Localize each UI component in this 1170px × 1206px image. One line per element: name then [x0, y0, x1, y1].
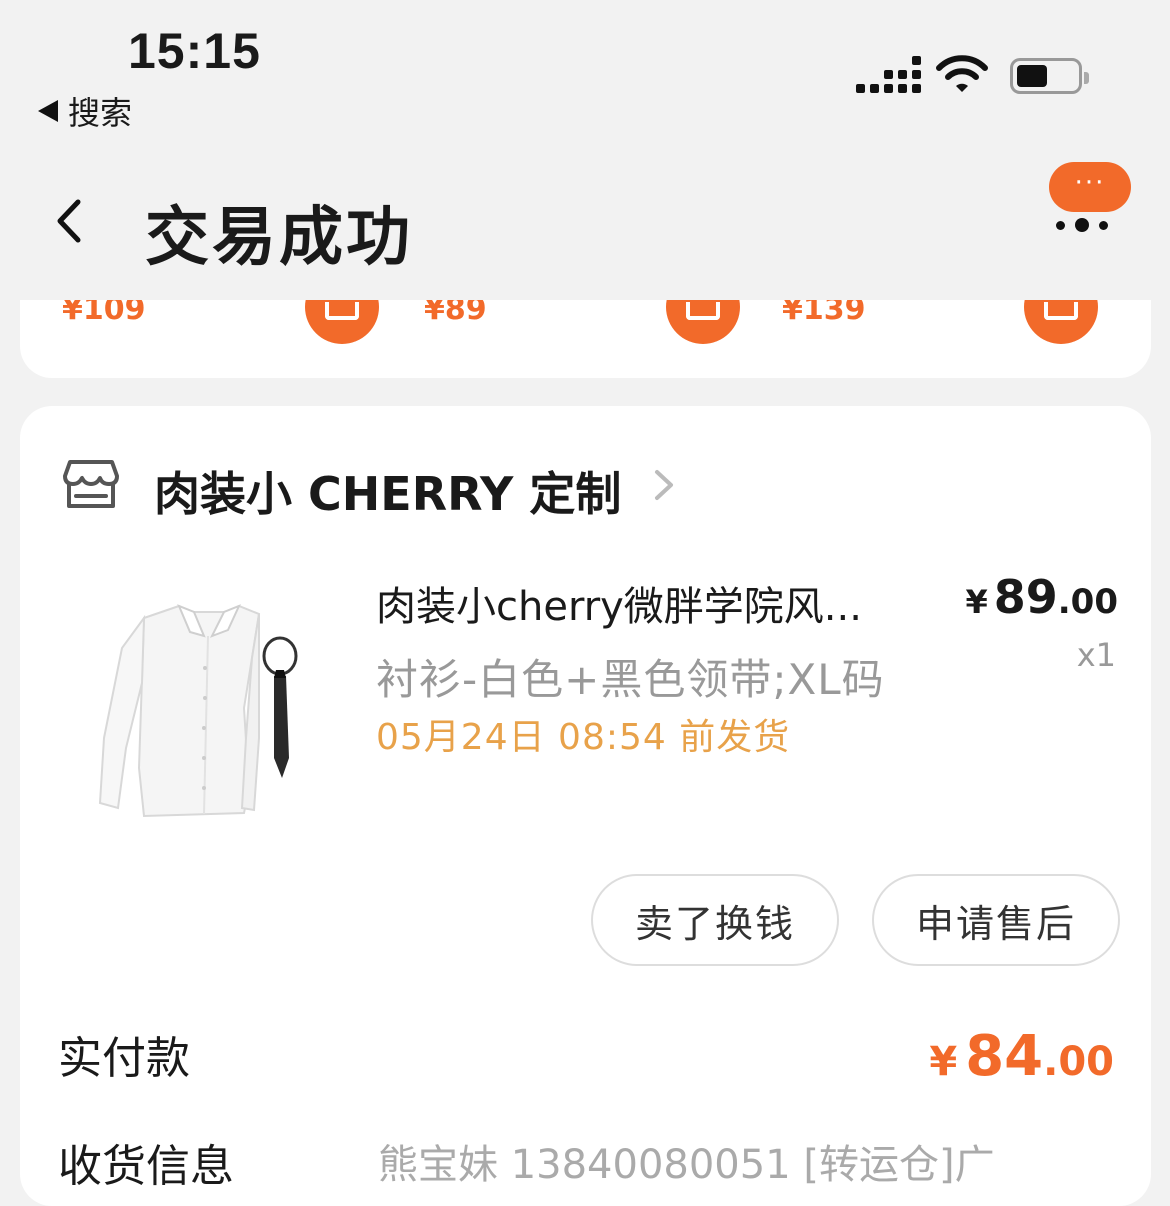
back-triangle-icon	[38, 100, 58, 122]
ship-deadline: 05月24日 08:54 前发货	[376, 717, 791, 758]
price-currency: ¥	[965, 583, 988, 621]
product-quantity: x1	[1076, 636, 1116, 674]
back-arrow-icon[interactable]	[50, 196, 90, 246]
recommendation-strip: ¥109 ¥89 ¥139	[20, 300, 1151, 378]
rec-price: ¥109	[62, 300, 146, 327]
store-icon	[63, 460, 119, 508]
paid-amount: ¥ 84 .00	[929, 1024, 1114, 1089]
store-name-link[interactable]: 肉装小 CHERRY 定制	[154, 458, 621, 524]
chevron-right-icon[interactable]	[652, 468, 676, 502]
product-price: ¥ 89 .00	[965, 570, 1118, 624]
battery-icon	[1010, 58, 1089, 94]
after-sale-button[interactable]: 申请售后	[872, 874, 1120, 966]
cart-icon	[1044, 302, 1078, 320]
cart-icon	[325, 302, 359, 320]
message-bubble-button[interactable]: ···	[1049, 162, 1131, 212]
rec-price: ¥89	[424, 300, 487, 327]
add-to-cart-button[interactable]	[666, 300, 740, 344]
price-integer: 89	[993, 570, 1058, 624]
address-label: 收货信息	[58, 1141, 234, 1192]
paid-currency: ¥	[929, 1039, 958, 1085]
paid-label: 实付款	[58, 1033, 190, 1084]
paid-decimal: .00	[1043, 1039, 1114, 1085]
add-to-cart-button[interactable]	[1024, 300, 1098, 344]
message-bubble-icon: ···	[1074, 168, 1106, 198]
page-title: 交易成功	[145, 201, 413, 275]
cart-icon	[686, 302, 720, 320]
address-value[interactable]: 熊宝妹 13840080051 [转运仓]广	[378, 1132, 995, 1190]
sell-for-cash-button[interactable]: 卖了换钱	[591, 874, 839, 966]
wifi-icon	[936, 55, 988, 92]
add-to-cart-button[interactable]	[305, 300, 379, 344]
product-name[interactable]: 肉装小cherry微胖学院风...	[376, 574, 936, 632]
price-decimal: .00	[1057, 582, 1118, 622]
cellular-signal-icon	[856, 56, 921, 93]
product-sku: 衬衫-白色+黑色领带;XL码	[376, 655, 885, 704]
back-to-app-link[interactable]: 搜索	[38, 88, 132, 134]
product-image[interactable]	[84, 588, 334, 848]
back-app-label: 搜索	[68, 94, 133, 132]
more-options-icon[interactable]	[1056, 218, 1108, 232]
status-time: 15:15	[128, 23, 261, 79]
paid-integer: 84	[965, 1024, 1044, 1089]
rec-price: ¥139	[782, 300, 866, 327]
